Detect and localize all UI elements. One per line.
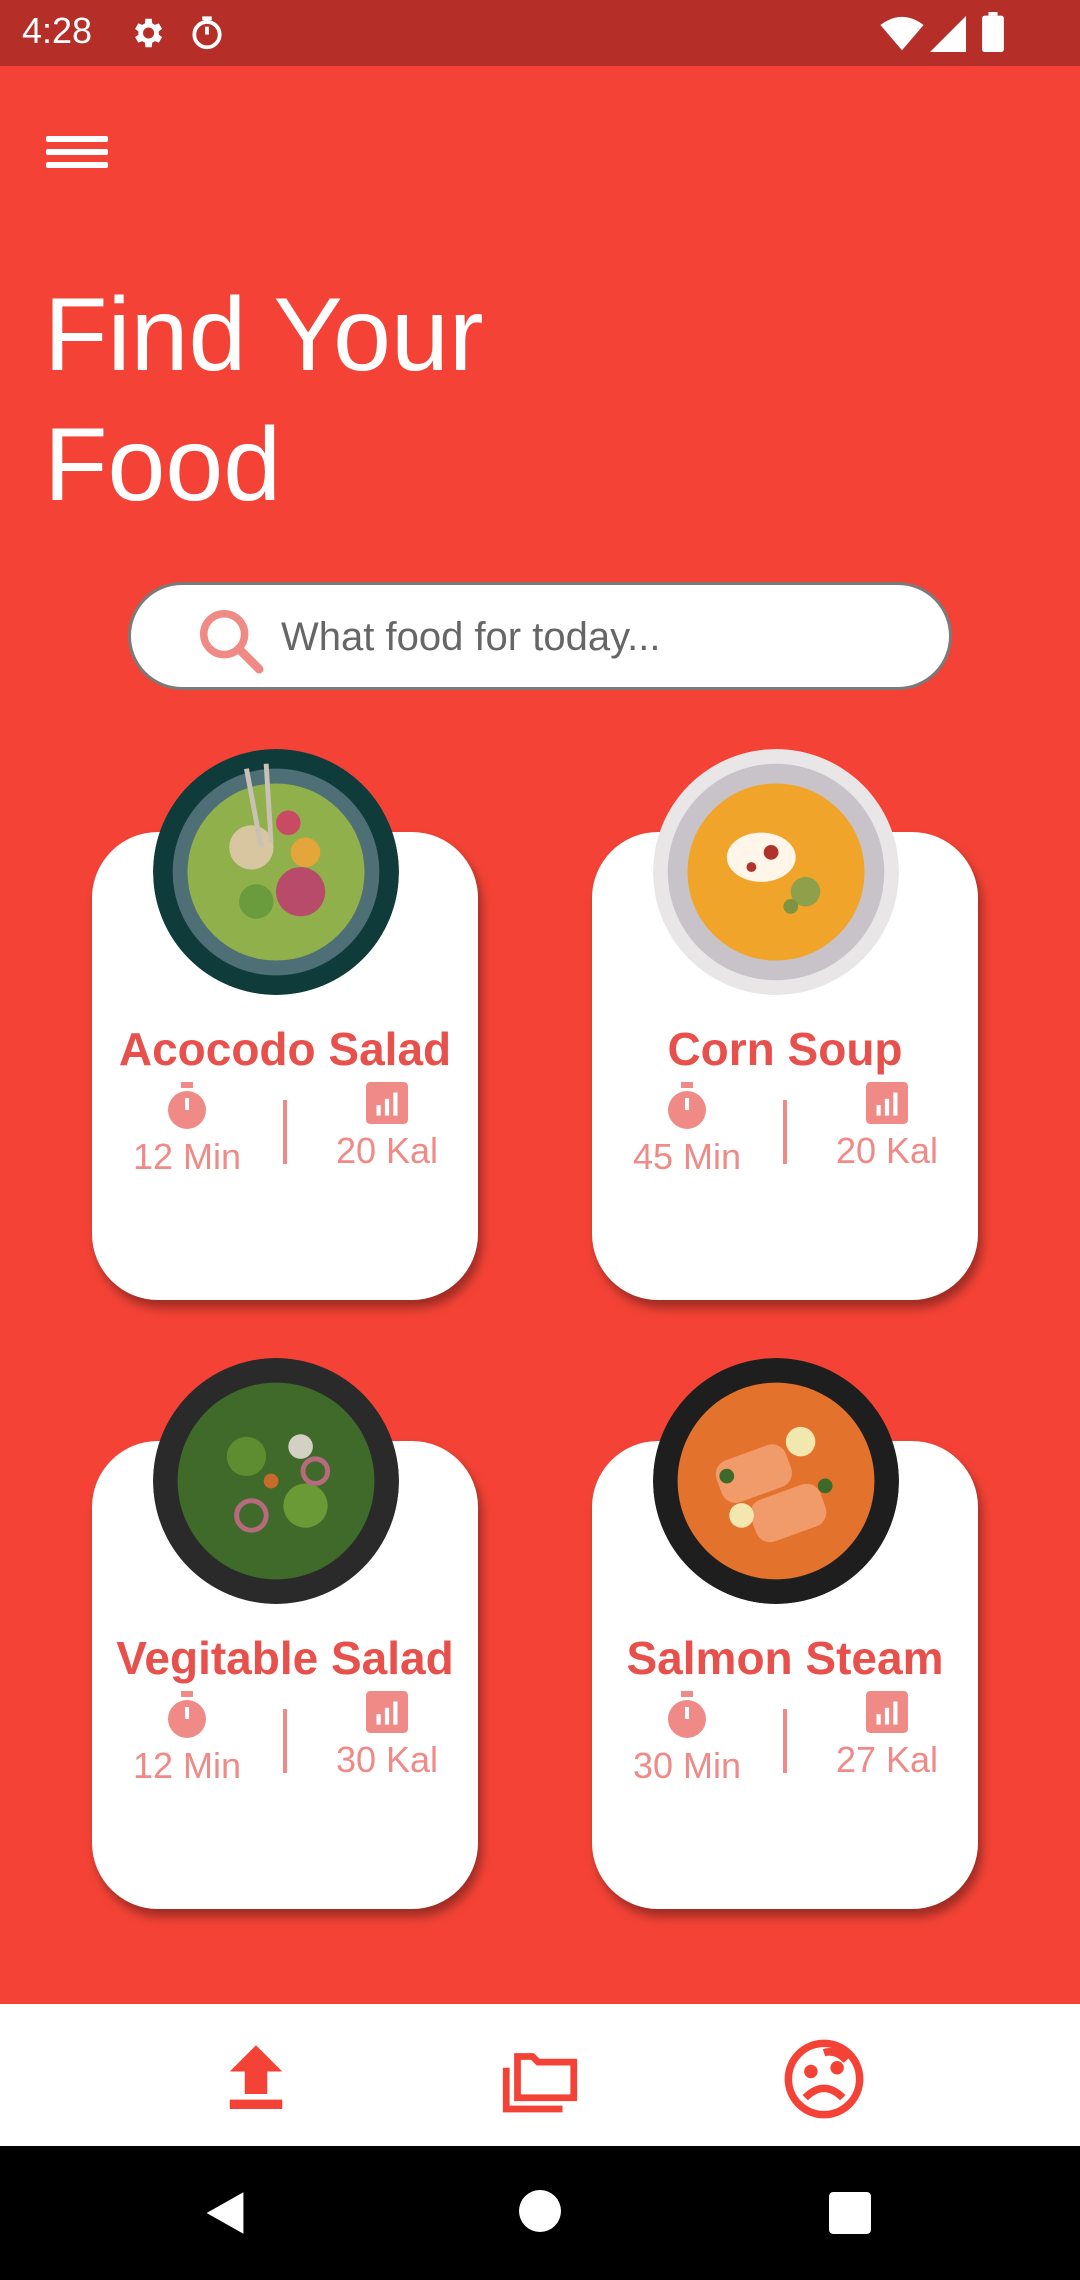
stopwatch-icon — [668, 1691, 706, 1738]
food-image-acocodo-salad — [153, 749, 399, 995]
food-card-salmon-steam[interactable]: Salmon Steam 30 Min 27 Kal — [592, 1358, 978, 1909]
stat-divider — [783, 1709, 787, 1773]
food-image-vegitable-salad — [153, 1358, 399, 1604]
food-image-corn-soup — [653, 749, 899, 995]
timer-icon — [192, 16, 222, 50]
stopwatch-icon — [668, 1082, 706, 1129]
calories-value: 20 Kal — [335, 1130, 439, 1171]
signal-icon — [930, 16, 966, 52]
food-card-vegitable-salad[interactable]: Vegitable Salad 12 Min 30 Kal — [92, 1358, 478, 1909]
food-name: Acocodo Salad — [118, 1023, 452, 1075]
search-input[interactable] — [281, 605, 921, 669]
food-name: Salmon Steam — [626, 1632, 944, 1684]
calories-value: 27 Kal — [835, 1739, 939, 1780]
calories-value: 30 Kal — [335, 1739, 439, 1780]
page-title: Find Your Food — [44, 277, 484, 523]
stat-divider — [783, 1100, 787, 1164]
chart-icon — [366, 1082, 408, 1124]
search-box[interactable] — [128, 582, 952, 690]
stopwatch-icon — [168, 1691, 206, 1738]
food-card-corn-soup[interactable]: Corn Soup 45 Min 20 Kal — [592, 749, 978, 1300]
calories: 20 Kal — [302, 1082, 472, 1172]
folder-icon — [502, 2053, 578, 2113]
face-icon — [784, 2039, 864, 2119]
chart-icon — [866, 1691, 908, 1733]
cook-time: 12 Min — [102, 1082, 272, 1178]
nav-upload-button[interactable] — [206, 2034, 306, 2124]
status-time: 4:28 — [22, 10, 93, 51]
stat-divider — [283, 1100, 287, 1164]
app-area: Find Your Food Acocodo Salad — [0, 66, 1080, 2004]
stopwatch-icon — [168, 1082, 206, 1129]
settings-icon — [135, 18, 163, 48]
food-name: Vegitable Salad — [116, 1632, 454, 1684]
recents-icon[interactable] — [829, 2192, 871, 2234]
nav-face-button[interactable] — [774, 2034, 874, 2124]
back-icon[interactable] — [202, 2190, 248, 2236]
bottom-nav — [0, 2004, 1080, 2146]
menu-icon — [46, 136, 108, 142]
upload-icon — [229, 2045, 283, 2109]
system-nav-bar — [0, 2146, 1080, 2280]
cook-time-value: 45 Min — [632, 1136, 742, 1177]
cook-time: 12 Min — [102, 1691, 272, 1787]
calories-value: 20 Kal — [835, 1130, 939, 1171]
chart-icon — [866, 1082, 908, 1124]
calories: 27 Kal — [802, 1691, 972, 1781]
home-icon[interactable] — [519, 2190, 561, 2232]
calories: 30 Kal — [302, 1691, 472, 1781]
cook-time: 45 Min — [602, 1082, 772, 1178]
wifi-icon — [880, 16, 924, 51]
chart-icon — [366, 1691, 408, 1733]
cook-time-value: 12 Min — [132, 1136, 242, 1177]
food-name: Corn Soup — [667, 1023, 903, 1075]
food-image-salmon-steam — [653, 1358, 899, 1604]
menu-button[interactable] — [40, 118, 114, 184]
status-bar: 4:28 — [0, 0, 1080, 66]
food-card-acocodo-salad[interactable]: Acocodo Salad 12 Min 20 Kal — [92, 749, 478, 1300]
cook-time-value: 30 Min — [632, 1745, 742, 1786]
search-icon — [199, 609, 264, 674]
battery-icon — [982, 12, 1004, 52]
cook-time: 30 Min — [602, 1691, 772, 1787]
calories: 20 Kal — [802, 1082, 972, 1172]
stat-divider — [283, 1709, 287, 1773]
cook-time-value: 12 Min — [132, 1745, 242, 1786]
nav-folder-button[interactable] — [490, 2034, 590, 2124]
